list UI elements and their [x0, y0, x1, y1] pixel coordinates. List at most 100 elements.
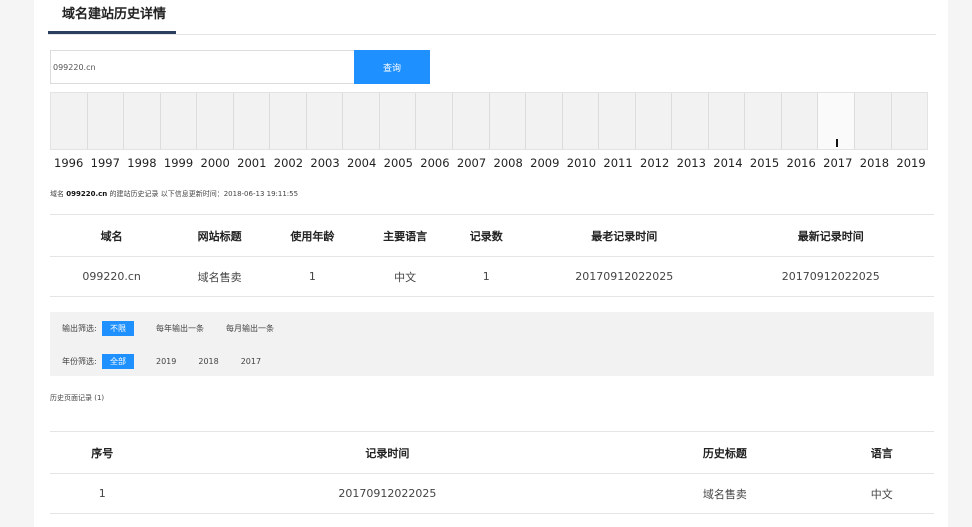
main-panel: 域名建站历史详情 查询 1996 1997 1998 1999 2000 2001 2002…	[34, 0, 948, 527]
output-filter-label: 输出筛选:	[62, 324, 97, 333]
col-newest-record: 最新记录时间	[727, 214, 934, 257]
timeline-cell-2001[interactable]	[234, 93, 271, 149]
timeline-year-2010[interactable]: 2010	[567, 156, 596, 170]
timeline-year-2000[interactable]: 2000	[201, 156, 230, 170]
col-index: 序号	[50, 431, 155, 474]
history-records-label: 历史页面记录 (1)	[50, 394, 105, 402]
year-filter-label: 年份筛选:	[62, 357, 97, 366]
timeline-year-1996[interactable]: 1996	[54, 156, 83, 170]
timeline-year-2014[interactable]: 2014	[713, 156, 742, 170]
table-row: 099220.cn 域名售卖 1 中文 1 20170912022025 201…	[50, 256, 934, 297]
timeline-cell-2007[interactable]	[453, 93, 490, 149]
col-oldest-record: 最老记录时间	[521, 214, 728, 257]
timeline-year-1999[interactable]: 1999	[164, 156, 193, 170]
filter-panel: 输出筛选: 不限 每年输出一条 每月输出一条 年份筛选: 全部 2019 201…	[50, 312, 934, 376]
timeline-cell-1999[interactable]	[161, 93, 198, 149]
timeline-cell-2004[interactable]	[343, 93, 380, 149]
timeline-year-2006[interactable]: 2006	[420, 156, 449, 170]
timeline-year-2001[interactable]: 2001	[237, 156, 266, 170]
cell-domain: 099220.cn	[50, 256, 174, 297]
timeline-cell-2009[interactable]	[526, 93, 563, 149]
output-filter-row: 输出筛选: 不限 每年输出一条 每月输出一条	[62, 321, 296, 336]
timeline-cell-2018[interactable]	[855, 93, 892, 149]
timeline-year-2002[interactable]: 2002	[274, 156, 303, 170]
timeline-year-2018[interactable]: 2018	[860, 156, 889, 170]
col-age: 使用年龄	[266, 214, 359, 257]
timeline-year-2013[interactable]: 2013	[677, 156, 706, 170]
timeline-cell-2019[interactable]	[892, 93, 928, 149]
table-row[interactable]: 1 20170912022025 域名售卖 中文	[50, 473, 934, 514]
output-filter-unlimited[interactable]: 不限	[102, 321, 134, 336]
update-info: 域名 099220.cn 的建站历史记录 以下信息更新时间：2018-06-13…	[50, 189, 298, 199]
cell-newest-record: 20170912022025	[727, 256, 934, 297]
timeline-cell-2012[interactable]	[636, 93, 673, 149]
summary-header-row: 域名 网站标题 使用年龄 主要语言 记录数 最老记录时间 最新记录时间	[50, 214, 934, 257]
timeline-year-2003[interactable]: 2003	[310, 156, 339, 170]
timeline-year-2016[interactable]: 2016	[787, 156, 816, 170]
timeline-cell-2015[interactable]	[745, 93, 782, 149]
timeline-year-2005[interactable]: 2005	[384, 156, 413, 170]
history-table: 序号 记录时间 历史标题 语言 1 20170912022025 域名售卖 中文	[50, 431, 934, 514]
timeline-cell-2002[interactable]	[270, 93, 307, 149]
year-timeline-chart	[50, 92, 928, 150]
info-prefix: 域名	[50, 190, 64, 198]
col-site-title: 网站标题	[173, 214, 267, 257]
timeline-year-2017[interactable]: 2017	[823, 156, 852, 170]
timeline-cell-2006[interactable]	[416, 93, 454, 149]
year-filter-2018[interactable]: 2018	[198, 357, 218, 366]
domain-search-input[interactable]	[50, 50, 354, 84]
cell-record-count: 1	[451, 256, 521, 297]
year-filter-2019[interactable]: 2019	[156, 357, 176, 366]
timeline-cell-2013[interactable]	[672, 93, 709, 149]
year-filter-2017[interactable]: 2017	[241, 357, 261, 366]
page-title-tab[interactable]: 域名建站历史详情	[62, 3, 166, 22]
timeline-year-2009[interactable]: 2009	[530, 156, 559, 170]
timeline-cell-2005[interactable]	[380, 93, 417, 149]
col-history-title: 历史标题	[620, 431, 830, 474]
cell-index: 1	[50, 473, 155, 514]
cell-site-title: 域名售卖	[173, 256, 267, 297]
col-record-count: 记录数	[451, 214, 521, 257]
col-domain: 域名	[50, 214, 174, 257]
col-history-language: 语言	[829, 431, 934, 474]
timeline-year-2011[interactable]: 2011	[603, 156, 632, 170]
timeline-cell-2016[interactable]	[782, 93, 819, 149]
timeline-cell-1997[interactable]	[88, 93, 125, 149]
cell-record-time: 20170912022025	[154, 473, 621, 514]
timeline-cell-2003[interactable]	[307, 93, 344, 149]
timeline-cell-2014[interactable]	[709, 93, 746, 149]
timeline-year-1997[interactable]: 1997	[91, 156, 120, 170]
timeline-cell-1996[interactable]	[51, 93, 88, 149]
timeline-bar-2017	[836, 139, 839, 147]
info-middle: 的建站历史记录 以下信息更新时间：	[109, 190, 224, 198]
col-language: 主要语言	[358, 214, 452, 257]
year-filter-row: 年份筛选: 全部 2019 2018 2017	[62, 354, 283, 369]
timeline-year-2004[interactable]: 2004	[347, 156, 376, 170]
timeline-cell-2000[interactable]	[197, 93, 234, 149]
timeline-year-2007[interactable]: 2007	[457, 156, 486, 170]
cell-history-language: 中文	[829, 473, 934, 514]
year-filter-all[interactable]: 全部	[102, 354, 134, 369]
history-header-row: 序号 记录时间 历史标题 语言	[50, 431, 934, 474]
cell-history-title[interactable]: 域名售卖	[620, 473, 830, 514]
timeline-year-2012[interactable]: 2012	[640, 156, 669, 170]
timeline-year-1998[interactable]: 1998	[127, 156, 156, 170]
timeline-year-2019[interactable]: 2019	[896, 156, 925, 170]
summary-table: 域名 网站标题 使用年龄 主要语言 记录数 最老记录时间 最新记录时间 0992…	[50, 214, 934, 297]
timeline-cell-2008[interactable]	[490, 93, 527, 149]
timeline-year-2015[interactable]: 2015	[750, 156, 779, 170]
cell-language: 中文	[358, 256, 452, 297]
timeline-year-labels: 1996 1997 1998 1999 2000 2001 2002 2003 2004 2005…	[54, 156, 926, 170]
tab-divider	[48, 34, 936, 35]
timeline-year-2008[interactable]: 2008	[494, 156, 523, 170]
search-button[interactable]: 查询	[354, 50, 430, 84]
cell-oldest-record: 20170912022025	[521, 256, 728, 297]
timeline-cell-2017[interactable]	[818, 93, 856, 149]
timeline-cell-1998[interactable]	[124, 93, 161, 149]
timeline-cell-2011[interactable]	[599, 93, 636, 149]
timeline-cell-2010[interactable]	[563, 93, 600, 149]
output-filter-per-month[interactable]: 每月输出一条	[226, 323, 274, 334]
cell-age: 1	[266, 256, 359, 297]
output-filter-per-year[interactable]: 每年输出一条	[156, 323, 204, 334]
col-record-time: 记录时间	[154, 431, 621, 474]
